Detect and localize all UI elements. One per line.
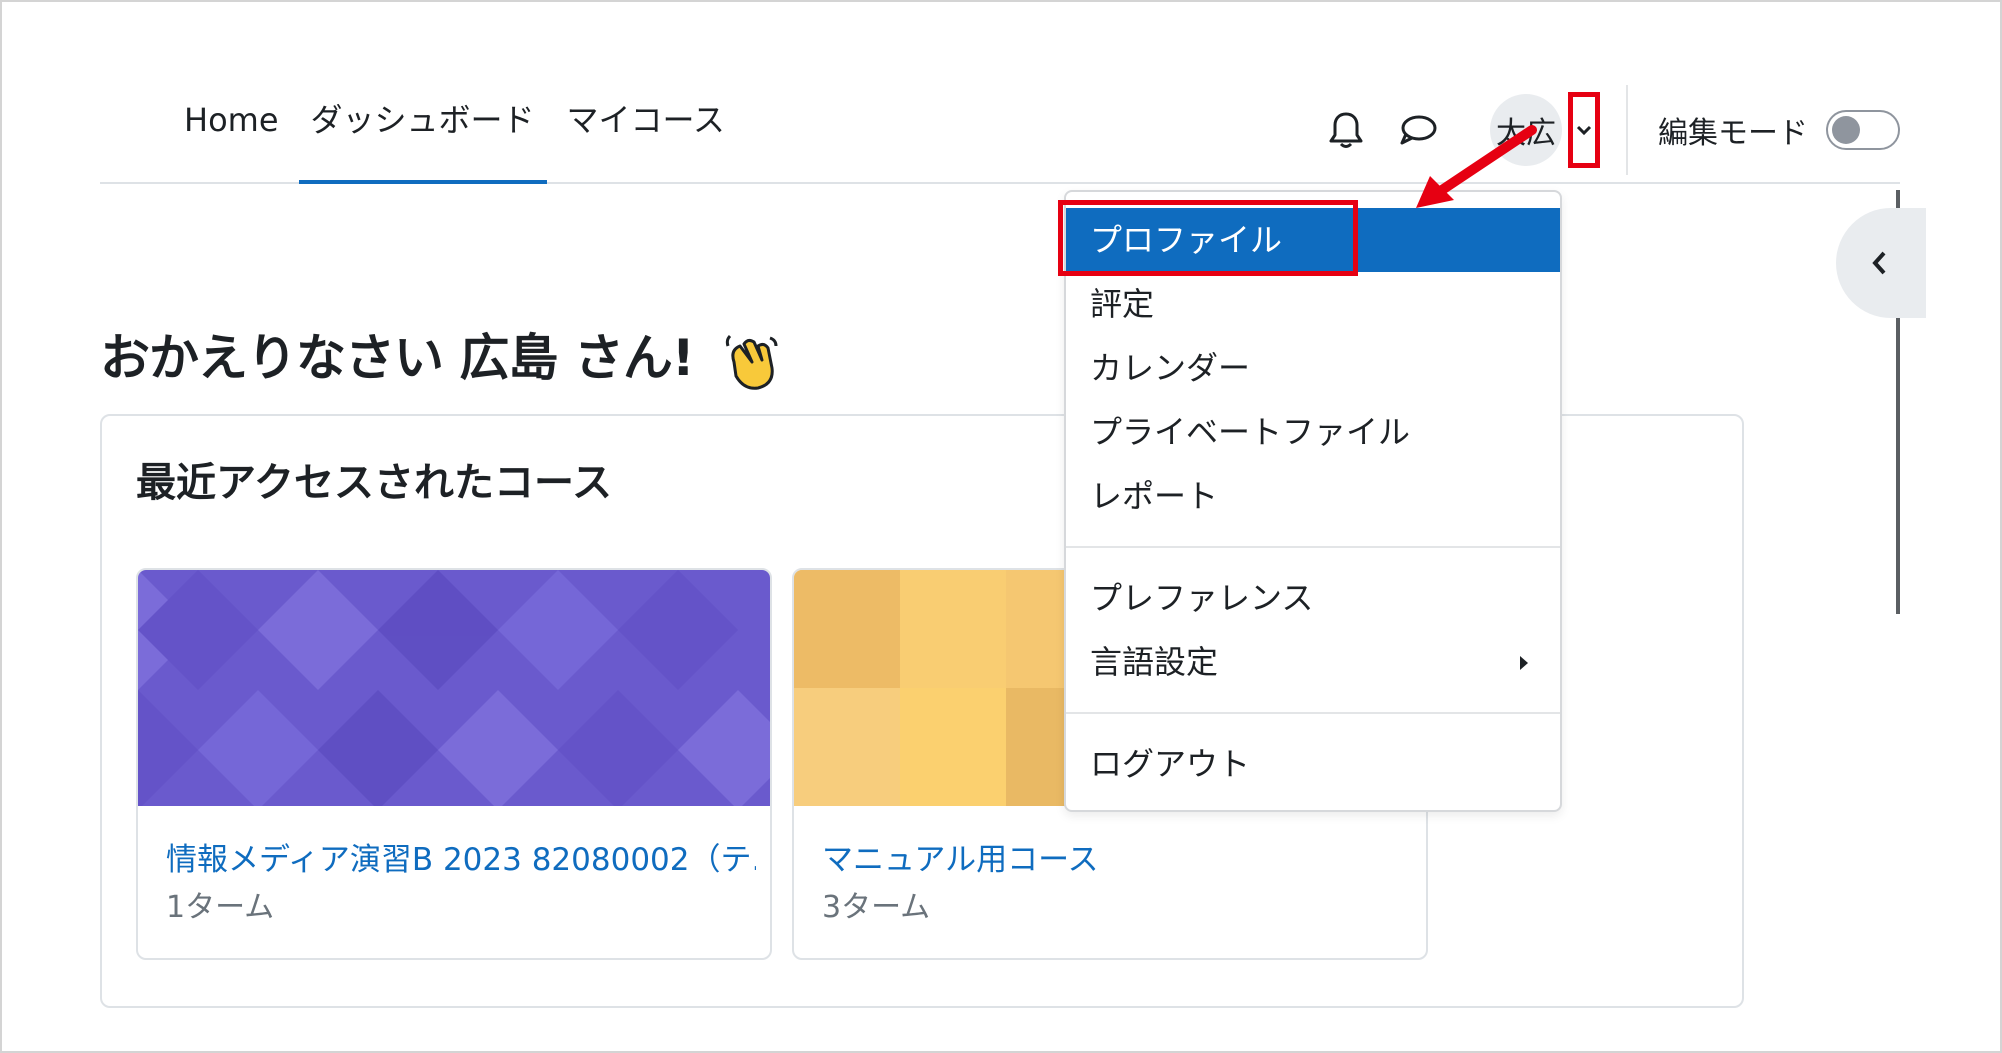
recent-courses-title: 最近アクセスされたコース — [136, 460, 612, 506]
course-term: 1ターム — [166, 890, 275, 925]
course-image — [138, 570, 770, 806]
user-navigation: 太広 編集モード — [1322, 85, 1900, 175]
nav-home[interactable]: Home — [168, 96, 295, 184]
menu-item-language-label: 言語設定 — [1090, 643, 1219, 681]
course-pattern-purple — [138, 570, 770, 806]
menu-item-private-files[interactable]: プライベートファイル — [1066, 400, 1560, 464]
caret-right-icon — [1520, 656, 1528, 670]
waving-hand-icon — [725, 334, 778, 390]
course-term: 3ターム — [822, 890, 931, 925]
welcome-text: おかえりなさい 広島 さん! — [100, 329, 695, 387]
user-dropdown-menu: プロファイル 評定 カレンダー プライベートファイル レポート プレファレンス … — [1064, 190, 1562, 812]
edit-mode-toggle[interactable] — [1826, 110, 1900, 150]
edit-mode-label: 編集モード — [1658, 116, 1808, 151]
menu-item-preferences[interactable]: プレファレンス — [1066, 566, 1560, 630]
notifications-button[interactable] — [1322, 106, 1370, 154]
course-name-link[interactable]: 情報メディア演習B 2023 82080002（テ... — [166, 834, 756, 879]
navbar-divider — [1626, 85, 1628, 175]
toggle-knob — [1832, 116, 1860, 144]
course-name-link[interactable]: マニュアル用コース — [822, 834, 1412, 879]
course-card[interactable]: 情報メディア演習B 2023 82080002（テ... 1ターム — [136, 568, 772, 960]
bell-icon — [1329, 112, 1363, 148]
nav-dashboard[interactable]: ダッシュボード — [295, 96, 551, 184]
chevron-left-icon — [1872, 251, 1886, 275]
menu-item-language[interactable]: 言語設定 — [1066, 630, 1560, 694]
highlight-box — [1058, 200, 1358, 276]
top-navbar: Home ダッシュボード マイコース 太広 編集モード — [100, 60, 1900, 184]
menu-divider — [1066, 546, 1560, 548]
primary-navigation: Home ダッシュボード マイコース — [168, 96, 741, 184]
user-menu-toggle[interactable] — [1568, 92, 1600, 168]
chevron-down-icon — [1576, 125, 1592, 136]
annotation-arrow-icon — [1416, 125, 1537, 208]
menu-item-logout[interactable]: ログアウト — [1066, 732, 1560, 796]
menu-item-calendar[interactable]: カレンダー — [1066, 336, 1560, 400]
menu-item-reports[interactable]: レポート — [1066, 464, 1560, 528]
nav-my-courses[interactable]: マイコース — [551, 96, 741, 184]
menu-divider — [1066, 712, 1560, 714]
menu-item-grades[interactable]: 評定 — [1066, 272, 1560, 336]
welcome-heading: おかえりなさい 広島 さん! — [100, 318, 780, 392]
